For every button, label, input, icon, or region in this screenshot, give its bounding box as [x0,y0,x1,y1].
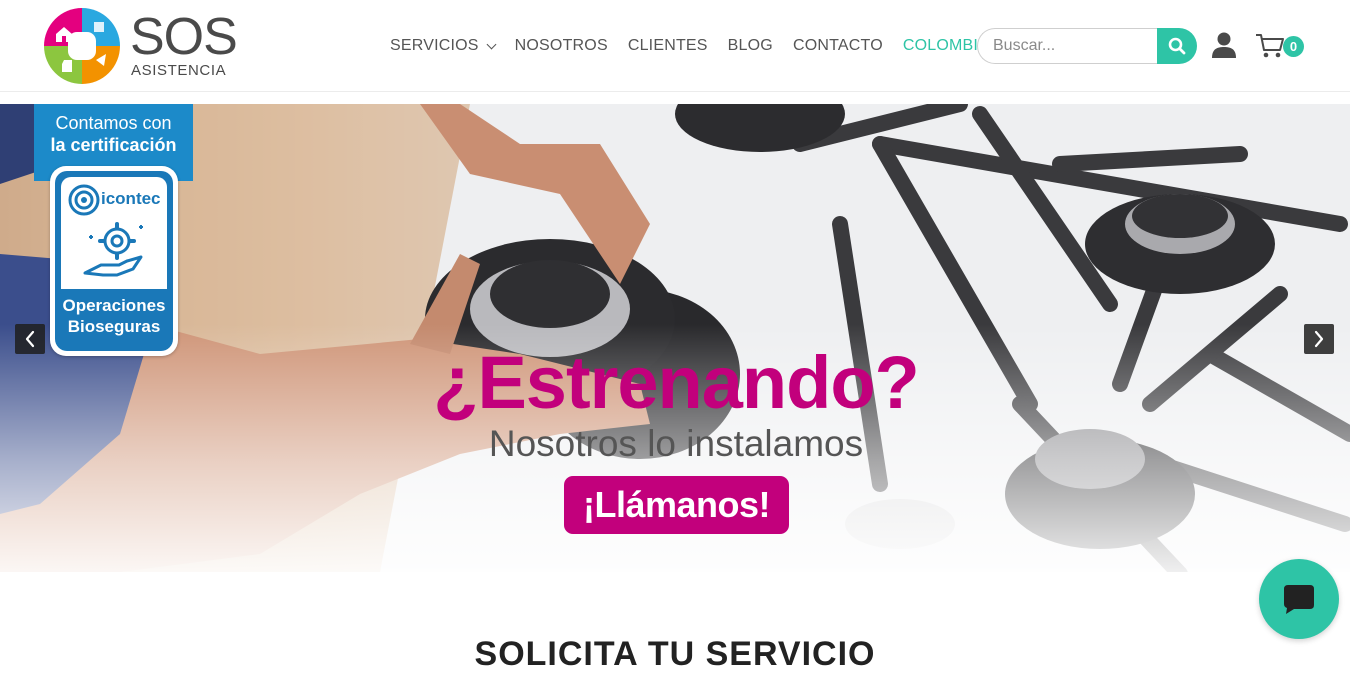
slider-next-button[interactable] [1304,324,1334,354]
icontec-seal-top: icontec [61,177,167,289]
chevron-down-icon [486,39,497,49]
icontec-brand: icontec [101,189,161,208]
nav-label: NOSOTROS [514,37,608,54]
nav-item-clientes[interactable]: CLIENTES [618,26,718,66]
cart-count-badge: 0 [1283,36,1304,57]
slider-prev-button[interactable] [15,324,45,354]
logo-mark-icon [44,8,120,84]
certification-text-line3: Operaciones [62,296,166,315]
nav-label: SERVICIOS [390,37,479,54]
certification-text-line1: Contamos con [55,113,172,133]
certification-badge: Contamos con la certificación icontec Op… [34,104,194,359]
nav-label: COLOMBIA [902,37,989,54]
nav-label: CONTACTO [792,37,883,54]
call-us-button[interactable]: ¡Llámanos! [564,476,789,534]
hero-slider: Contamos con la certificación icontec Op… [0,104,1350,572]
hero-headline: ¿Estrenando? [433,341,919,424]
icontec-logo-icon [68,184,100,216]
icontec-seal: icontec Operaciones Bioseguras [50,166,178,356]
search-button[interactable] [1157,28,1197,64]
nav-label: CLIENTES [627,37,708,54]
search-bar [977,28,1197,64]
nav-item-contacto[interactable]: CONTACTO [783,26,893,66]
user-icon[interactable] [1210,31,1238,59]
icontec-seal-caption: Operaciones Bioseguras [55,295,173,337]
cart-button[interactable]: 0 [1255,31,1307,61]
main-nav: SERVICIOS NOSOTROS CLIENTES BLOG CONTACT… [380,26,1015,66]
site-header: SOS ASISTENCIA SERVICIOS NOSOTROS CLIENT… [0,0,1350,92]
gear-hand-icon [83,222,143,277]
chevron-left-icon [25,330,35,348]
site-logo[interactable]: SOS ASISTENCIA [44,8,244,84]
logo-wordmark: SOS [130,8,238,66]
section-heading: SOLICITA TU SERVICIO [474,635,876,673]
nav-item-servicios[interactable]: SERVICIOS [380,26,505,66]
hero-subheadline: Nosotros lo instalamos [488,423,864,464]
search-icon [1168,37,1186,55]
chat-button[interactable] [1259,559,1339,639]
cart-icon [1256,34,1284,58]
nav-item-nosotros[interactable]: NOSOTROS [505,26,618,66]
certification-text-line2: la certificación [50,135,177,155]
search-input[interactable] [977,28,1163,64]
logo-tagline: ASISTENCIA [131,62,227,79]
certification-text-line4: Bioseguras [67,317,161,336]
nav-item-blog[interactable]: BLOG [718,26,783,66]
nav-label: BLOG [727,37,773,54]
chevron-right-icon [1314,330,1324,348]
chat-icon [1284,585,1314,614]
